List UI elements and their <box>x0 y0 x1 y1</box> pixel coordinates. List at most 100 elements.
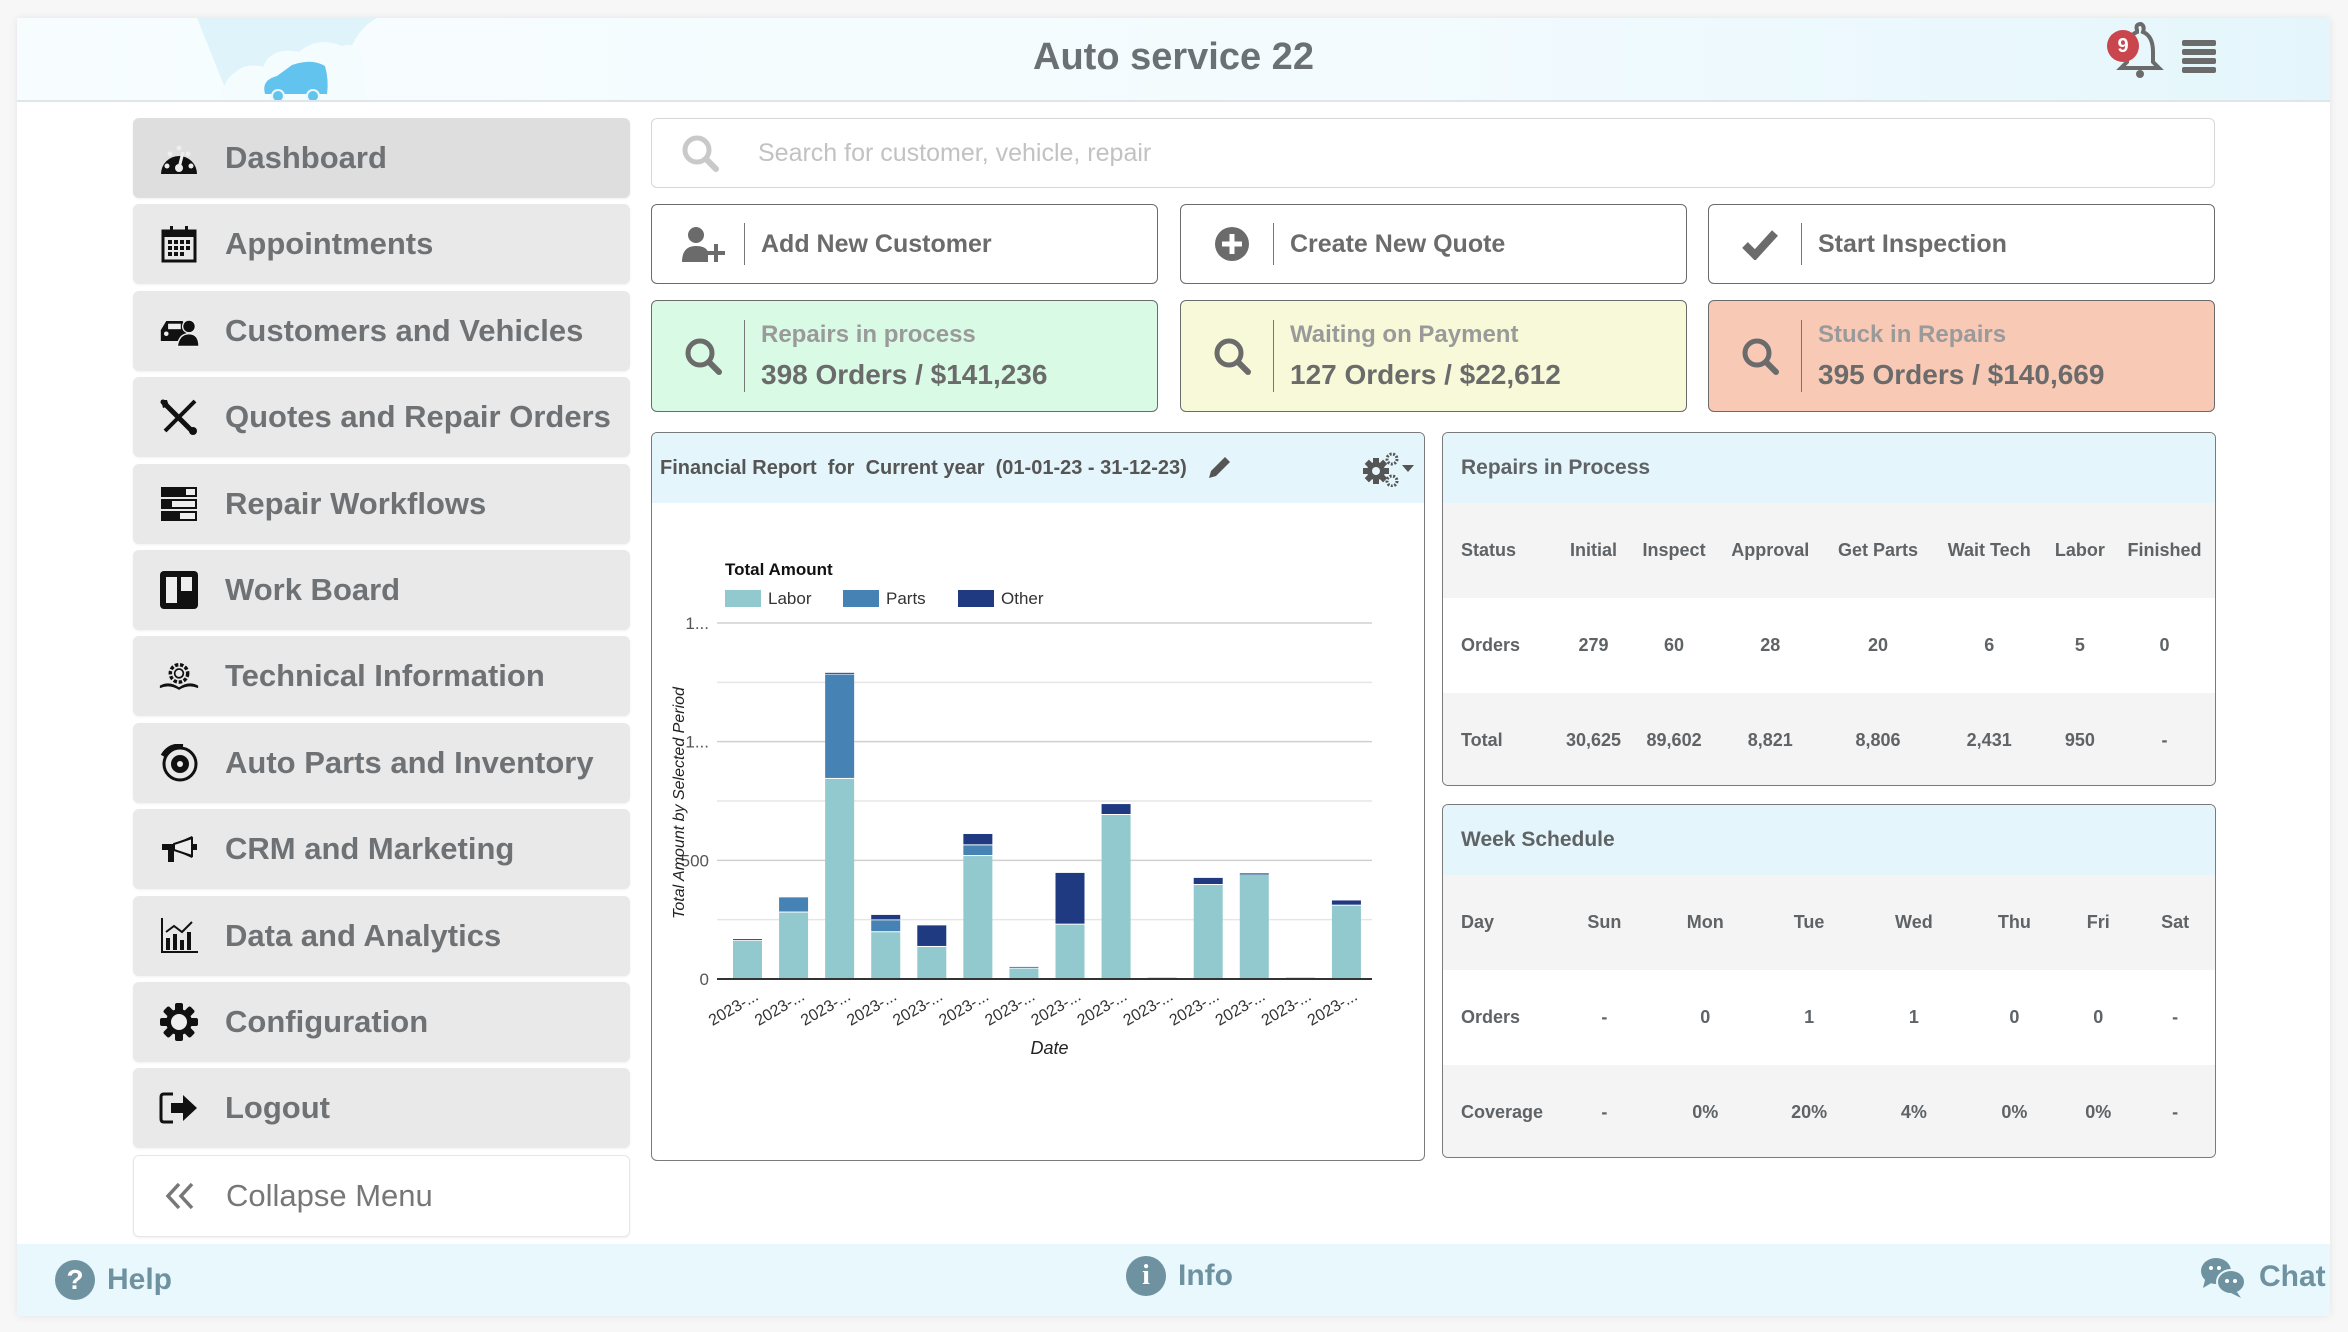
legend-swatch-other <box>958 590 994 607</box>
create-new-quote-label: Create New Quote <box>1290 229 1506 258</box>
row-label: Status <box>1443 503 1556 598</box>
bar-parts <box>825 674 855 778</box>
collapse-menu-button[interactable]: Collapse Menu <box>133 1154 630 1237</box>
chat-button[interactable]: Chat <box>2199 1256 2326 1298</box>
search-bar <box>651 118 2215 188</box>
bar-labor <box>825 778 855 978</box>
question-circle-icon: ? <box>55 1260 95 1300</box>
legend-label-parts: Parts <box>886 589 926 608</box>
week-schedule-panel: Week Schedule Day Sun Mon Tue Wed Thu Fri Sat O… <box>1442 804 2216 1158</box>
bar-labor <box>1055 924 1085 978</box>
table-cell: 0% <box>1652 1065 1758 1157</box>
table-cell: 950 <box>2045 693 2114 785</box>
table-cell: Approval <box>1717 503 1824 598</box>
waiting-on-payment-card[interactable]: Waiting on Payment 127 Orders / $22,612 <box>1180 300 1687 412</box>
sidebar-item-quotes-and-repair-orders[interactable]: Quotes and Repair Orders <box>133 377 630 458</box>
bar-labor <box>1101 815 1131 978</box>
header: Auto service 22 <box>17 18 2330 102</box>
wrench-screwdriver-icon <box>159 397 199 437</box>
search-icon <box>678 331 728 381</box>
row-label: Total <box>1443 693 1556 785</box>
bar-labor <box>1193 885 1223 978</box>
table-cell: 0 <box>1652 970 1758 1065</box>
sidebar-item-work-board[interactable]: Work Board <box>133 549 630 630</box>
y-axis-label: Total Amount by Selected Period <box>671 686 688 919</box>
x-tick-label: 2023-... <box>844 988 899 1030</box>
table-cell: 89,602 <box>1631 693 1718 785</box>
help-label: Help <box>107 1263 173 1296</box>
start-inspection-button[interactable]: Start Inspection <box>1708 204 2215 284</box>
sidebar-item-label: Work Board <box>225 571 401 607</box>
legend-swatch-labor <box>725 590 761 607</box>
bar-other <box>1331 900 1361 905</box>
car-user-icon <box>159 311 199 351</box>
sidebar-item-label: Quotes and Repair Orders <box>225 399 611 435</box>
bar-parts <box>871 920 901 932</box>
table-cell: 5 <box>2045 598 2114 693</box>
sidebar-item-crm-and-marketing[interactable]: CRM and Marketing <box>133 809 630 890</box>
pencil-edit-icon[interactable] <box>1205 454 1233 482</box>
search-icon <box>682 135 719 172</box>
sidebar-item-label: Logout <box>225 1090 331 1126</box>
table-cell: 2,431 <box>1932 693 2046 785</box>
table-cell: 4% <box>1860 1065 1968 1157</box>
table-cell: Labor <box>2045 503 2114 598</box>
add-new-customer-button[interactable]: Add New Customer <box>651 204 1158 284</box>
megaphone-icon <box>159 829 199 869</box>
sidebar-item-auto-parts-and-inventory[interactable]: Auto Parts and Inventory <box>133 722 630 803</box>
bar-parts <box>1009 966 1039 968</box>
help-button[interactable]: ? Help <box>55 1260 172 1300</box>
repairs-in-process-card[interactable]: Repairs in process 398 Orders / $141,236 <box>651 300 1158 412</box>
sidebar-item-logout[interactable]: Logout <box>133 1068 630 1149</box>
x-tick-label: 2023-... <box>798 988 853 1030</box>
table-header-row: Status Initial Inspect Approval Get Parts Wai… <box>1443 503 2215 598</box>
sidebar-item-data-and-analytics[interactable]: Data and Analytics <box>133 895 630 976</box>
table-cell: 6 <box>1932 598 2046 693</box>
x-tick-label: 2023-... <box>1305 988 1360 1030</box>
sidebar-item-dashboard[interactable]: Dashboard <box>133 118 630 198</box>
x-tick-label: 2023-... <box>1075 988 1130 1030</box>
repairs-in-process-panel: Repairs in Process Status Initial Inspect A… <box>1442 432 2216 786</box>
info-button[interactable]: i Info <box>1126 1256 1233 1296</box>
bar-labor <box>1009 968 1039 978</box>
table-cell: - <box>2135 1065 2215 1157</box>
x-tick-label: 2023-... <box>1213 988 1268 1030</box>
sidebar: Dashboard Appointments Customers and Veh… <box>133 118 630 1243</box>
bar-other <box>1101 804 1131 815</box>
table-cell: Get Parts <box>1823 503 1933 598</box>
create-new-quote-button[interactable]: Create New Quote <box>1180 204 1687 284</box>
row-label: Orders <box>1443 970 1556 1065</box>
stuck-in-repairs-card[interactable]: Stuck in Repairs 395 Orders / $140,669 <box>1708 300 2215 412</box>
app-title: Auto service 22 <box>1033 36 1314 78</box>
info-label: Info <box>1178 1259 1233 1292</box>
workflow-bars-icon <box>159 484 199 524</box>
sidebar-item-technical-information[interactable]: Technical Information <box>133 636 630 717</box>
notifications-button[interactable]: 9 <box>2107 14 2167 80</box>
card-value: 398 Orders / $141,236 <box>761 359 1048 390</box>
bar-labor <box>779 912 809 978</box>
table-cell: 60 <box>1631 598 1718 693</box>
bar-other <box>1193 877 1223 885</box>
table-cell: Sun <box>1556 875 1653 970</box>
y-tick-label: 1... <box>685 614 709 633</box>
financial-bar-chart: Total AmountLabor Parts Other05001...1...2… <box>671 560 1372 1058</box>
search-input[interactable] <box>756 137 2060 169</box>
sidebar-item-appointments[interactable]: Appointments <box>133 204 630 285</box>
table-row: Total 30,625 89,602 8,821 8,806 2,431 950- <box>1443 693 2215 785</box>
x-tick-label: 2023-... <box>1167 988 1222 1030</box>
sidebar-item-repair-workflows[interactable]: Repair Workflows <box>133 463 630 544</box>
sidebar-item-customers-and-vehicles[interactable]: Customers and Vehicles <box>133 290 630 371</box>
table-cell: Sat <box>2135 875 2215 970</box>
table-cell: - <box>1556 1065 1653 1157</box>
hamburger-menu-icon[interactable] <box>2182 40 2216 73</box>
x-tick-label: 2023-... <box>752 988 807 1030</box>
settings-gears-dropdown-icon[interactable] <box>1360 451 1416 487</box>
sidebar-item-label: Dashboard <box>225 140 387 175</box>
sidebar-item-label: Customers and Vehicles <box>225 312 584 348</box>
checkmark-icon <box>1735 224 1785 264</box>
sidebar-item-label: Technical Information <box>225 658 545 694</box>
add-new-customer-label: Add New Customer <box>761 229 992 258</box>
table-cell: - <box>2114 693 2215 785</box>
sidebar-item-configuration[interactable]: Configuration <box>133 981 630 1062</box>
table-cell: Thu <box>1967 875 2062 970</box>
